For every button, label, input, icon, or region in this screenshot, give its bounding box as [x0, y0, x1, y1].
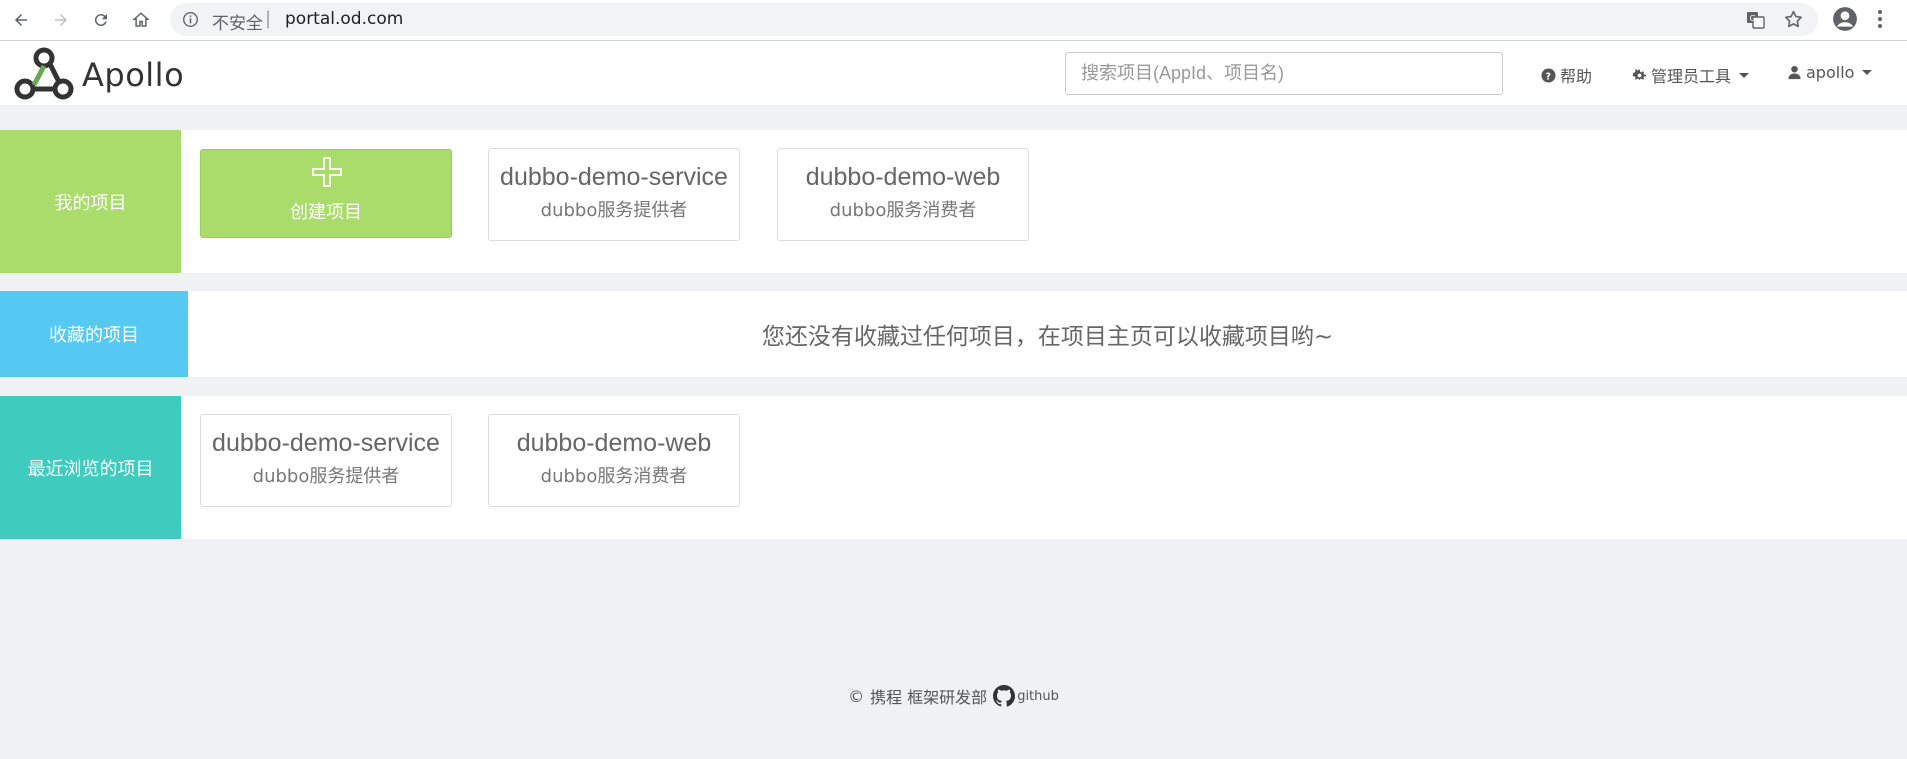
help-link[interactable]: ? 帮助: [1541, 63, 1592, 87]
admin-tools-label: 管理员工具: [1651, 67, 1732, 86]
recent-projects-label: 最近浏览的项目: [0, 396, 181, 539]
project-desc: dubbo服务消费者: [829, 200, 977, 221]
project-name: dubbo-demo-service: [212, 429, 440, 457]
create-project-button[interactable]: 创建项目: [200, 149, 452, 238]
project-card[interactable]: dubbo-demo-service dubbo服务提供者: [200, 414, 452, 507]
favorites-empty-message: 您还没有收藏过任何项目，在项目主页可以收藏项目哟~: [761, 324, 1334, 350]
project-desc: dubbo服务提供者: [252, 466, 400, 487]
reload-icon[interactable]: [89, 8, 113, 32]
favorites-label: 收藏的项目: [0, 291, 188, 377]
url-text[interactable]: portal.od.com: [285, 9, 403, 29]
gear-icon: [1632, 68, 1647, 80]
recent-projects-row: 最近浏览的项目 dubbo-demo-service dubbo服务提供者 du…: [0, 396, 1907, 539]
project-name: dubbo-demo-service: [500, 163, 728, 191]
create-project-label: 创建项目: [290, 202, 362, 223]
project-card[interactable]: dubbo-demo-web dubbo服务消费者: [488, 414, 740, 507]
info-icon[interactable]: [182, 11, 199, 28]
home-icon[interactable]: [129, 8, 153, 32]
project-name: dubbo-demo-web: [805, 163, 1001, 191]
svg-text:G: G: [1750, 14, 1756, 23]
forward-icon[interactable]: [49, 8, 73, 32]
url-separator: |: [265, 8, 272, 29]
plus-icon: [312, 157, 342, 187]
chevron-down-icon: [1862, 70, 1873, 75]
chevron-down-icon: [1739, 72, 1750, 78]
browser-toolbar: 不安全 | portal.od.com G: [0, 0, 1907, 41]
my-projects-label: 我的项目: [0, 130, 181, 273]
footer-company: 携程 框架研发部: [870, 688, 988, 707]
user-icon: [1788, 65, 1801, 80]
admin-tools-dropdown[interactable]: 管理员工具: [1632, 63, 1750, 87]
apollo-logo-icon[interactable]: [12, 45, 76, 103]
security-label: 不安全: [212, 14, 263, 34]
brand-name: Apollo: [82, 56, 185, 94]
project-card[interactable]: dubbo-demo-web dubbo服务消费者: [777, 148, 1029, 241]
footer: © 携程 框架研发部 github: [0, 684, 1907, 708]
github-link[interactable]: github: [993, 685, 1059, 707]
github-label: github: [1017, 688, 1059, 704]
project-name: dubbo-demo-web: [516, 429, 712, 457]
user-dropdown[interactable]: apollo: [1787, 63, 1873, 82]
account-icon[interactable]: [1832, 6, 1858, 32]
translate-icon[interactable]: G: [1746, 10, 1766, 30]
app-header: Apollo ? 帮助 管理员工具 apollo: [0, 41, 1907, 105]
user-label: apollo: [1806, 63, 1855, 82]
project-card[interactable]: dubbo-demo-service dubbo服务提供者: [488, 148, 740, 241]
project-desc: dubbo服务消费者: [540, 466, 688, 487]
project-desc: dubbo服务提供者: [540, 200, 688, 221]
github-icon: [993, 685, 1016, 707]
back-icon[interactable]: [9, 8, 33, 32]
copyright-symbol: ©: [848, 686, 865, 706]
project-search-input[interactable]: [1065, 52, 1503, 95]
question-icon: ?: [1541, 67, 1556, 83]
favorites-row: 收藏的项目 您还没有收藏过任何项目，在项目主页可以收藏项目哟~: [0, 291, 1907, 377]
address-bar[interactable]: 不安全 | portal.od.com G: [170, 3, 1818, 36]
svg-text:?: ?: [1546, 71, 1551, 82]
menu-icon[interactable]: [1875, 7, 1885, 31]
help-label: 帮助: [1560, 67, 1593, 86]
my-projects-row: 我的项目 创建项目 dubbo-demo-service dubbo服务提供者 …: [0, 130, 1907, 273]
star-icon[interactable]: [1783, 9, 1804, 30]
